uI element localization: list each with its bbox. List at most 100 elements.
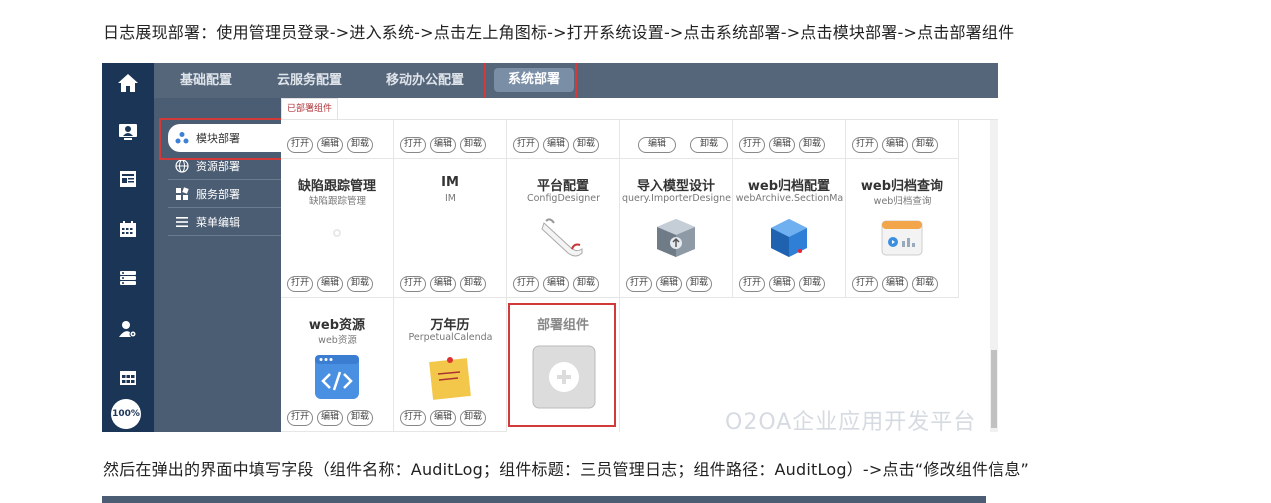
next-screenshot-top bbox=[102, 496, 986, 503]
unload-button[interactable]: 卸载 bbox=[799, 137, 826, 153]
component-card[interactable]: web资源 web资源 打开 编辑 卸载 bbox=[281, 298, 394, 432]
component-grid: 打开 编辑 卸载 打开 编辑 卸载 打开 编辑 卸载 编辑 卸载 打开 编辑 卸载 打开 编辑 卸载 … bbox=[281, 120, 990, 432]
open-button[interactable]: 打开 bbox=[513, 137, 540, 153]
component-card[interactable]: 万年历 PerpetualCalenda 打开 编辑 卸载 bbox=[394, 298, 507, 432]
open-button[interactable]: 打开 bbox=[400, 410, 427, 426]
open-button[interactable]: 打开 bbox=[852, 137, 879, 153]
subnav-label: 资源部署 bbox=[196, 160, 240, 173]
tab-deployed-components[interactable]: 已部署组件 bbox=[281, 98, 338, 120]
edit-button[interactable]: 编辑 bbox=[317, 410, 344, 426]
unload-button[interactable]: 卸载 bbox=[460, 137, 487, 153]
component-card[interactable]: 缺陷跟踪管理 缺陷跟踪管理 打开 编辑 卸载 bbox=[281, 159, 394, 298]
subnav-label: 服务部署 bbox=[196, 188, 240, 201]
scroll-icon bbox=[538, 213, 588, 263]
instruction-line-2: 然后在弹出的界面中填写字段（组件名称：AuditLog；组件标题：三员管理日志；… bbox=[103, 460, 1030, 479]
unload-button[interactable]: 卸载 bbox=[347, 137, 374, 153]
edit-button[interactable]: 编辑 bbox=[638, 137, 677, 153]
component-subtitle: 缺陷跟踪管理 bbox=[308, 196, 366, 207]
blocks-icon bbox=[174, 186, 190, 202]
unload-button[interactable]: 卸载 bbox=[912, 137, 939, 153]
tab-mobile-office-config[interactable]: 移动办公配置 bbox=[386, 63, 464, 98]
component-name: IM bbox=[441, 175, 459, 190]
edit-button[interactable]: 编辑 bbox=[769, 276, 796, 292]
component-subtitle: ConfigDesigner bbox=[526, 193, 601, 204]
open-button[interactable]: 打开 bbox=[513, 276, 540, 292]
highlight-deploy-component bbox=[508, 303, 616, 427]
component-card[interactable]: web归档查询 web归档查询 打开 编辑 卸载 bbox=[846, 159, 959, 298]
subnav-item-menu-edit[interactable]: 菜单编辑 bbox=[168, 209, 281, 236]
component-card-partial: 打开 编辑 卸载 bbox=[846, 120, 959, 159]
component-card[interactable]: 平台配置 ConfigDesigner 打开 编辑 卸载 bbox=[507, 159, 620, 298]
component-subtitle: webArchive.SectionMa bbox=[735, 193, 844, 204]
zoom-indicator[interactable]: 100% bbox=[111, 399, 141, 429]
open-button[interactable]: 打开 bbox=[287, 276, 314, 292]
unload-button[interactable]: 卸载 bbox=[347, 276, 374, 292]
open-button[interactable]: 打开 bbox=[287, 410, 314, 426]
edit-button[interactable]: 编辑 bbox=[430, 410, 457, 426]
box-import-icon bbox=[651, 213, 701, 263]
home-icon[interactable] bbox=[114, 71, 142, 95]
edit-button[interactable]: 编辑 bbox=[769, 137, 796, 153]
user-settings-icon[interactable] bbox=[114, 317, 142, 341]
component-card[interactable]: 导入模型设计 query.ImporterDesigner 打开 编辑 卸载 bbox=[620, 159, 733, 298]
edit-button[interactable]: 编辑 bbox=[430, 276, 457, 292]
unload-button[interactable]: 卸载 bbox=[686, 276, 713, 292]
open-button[interactable]: 打开 bbox=[287, 137, 314, 153]
tab-cloud-service-config[interactable]: 云服务配置 bbox=[277, 63, 342, 98]
user-card-icon[interactable] bbox=[114, 120, 142, 144]
archive-chart-icon bbox=[877, 213, 927, 263]
app-screenshot: 100% 基础配置 云服务配置 移动办公配置 系统部署 模块部署 资源部署 服务… bbox=[102, 63, 998, 432]
menu-icon bbox=[174, 214, 190, 230]
edit-button[interactable]: 编辑 bbox=[882, 137, 909, 153]
component-card-partial: 打开 编辑 卸载 bbox=[733, 120, 846, 159]
edit-button[interactable]: 编辑 bbox=[543, 137, 570, 153]
unload-button[interactable]: 卸载 bbox=[912, 276, 939, 292]
news-icon[interactable] bbox=[114, 167, 142, 191]
open-button[interactable]: 打开 bbox=[400, 276, 427, 292]
scrollbar[interactable] bbox=[990, 120, 998, 432]
note-icon bbox=[425, 352, 475, 402]
open-button[interactable]: 打开 bbox=[739, 276, 766, 292]
server-icon[interactable] bbox=[114, 266, 142, 290]
scrollbar-thumb[interactable] bbox=[991, 350, 997, 428]
highlight-system-deploy bbox=[484, 63, 577, 102]
tab-basic-config[interactable]: 基础配置 bbox=[180, 63, 232, 98]
edit-button[interactable]: 编辑 bbox=[430, 137, 457, 153]
open-button[interactable]: 打开 bbox=[852, 276, 879, 292]
instruction-line-1: 日志展现部署：使用管理员登录->进入系统->点击左上角图标->打开系统设置->点… bbox=[103, 23, 1015, 42]
component-card-partial: 编辑 卸载 bbox=[620, 120, 733, 159]
open-button[interactable]: 打开 bbox=[626, 276, 653, 292]
open-button[interactable]: 打开 bbox=[739, 137, 766, 153]
edit-button[interactable]: 编辑 bbox=[543, 276, 570, 292]
component-card-partial: 打开 编辑 卸载 bbox=[507, 120, 620, 159]
unload-button[interactable]: 卸载 bbox=[460, 276, 487, 292]
component-name: 导入模型设计 bbox=[636, 179, 715, 194]
edit-button[interactable]: 编辑 bbox=[317, 137, 344, 153]
component-card[interactable]: IM IM 打开 编辑 卸载 bbox=[394, 159, 507, 298]
subnav-item-service-deploy[interactable]: 服务部署 bbox=[168, 181, 281, 208]
unload-button[interactable]: 卸载 bbox=[347, 410, 374, 426]
watermark: O2OA企业应用开发平台 bbox=[725, 410, 977, 432]
component-name: 万年历 bbox=[430, 318, 470, 333]
unload-button[interactable]: 卸载 bbox=[573, 276, 600, 292]
calendar-icon[interactable] bbox=[114, 217, 142, 241]
component-name: 平台配置 bbox=[536, 179, 589, 194]
subnav-label: 菜单编辑 bbox=[196, 216, 240, 229]
open-button[interactable]: 打开 bbox=[400, 137, 427, 153]
component-subtitle: web归档查询 bbox=[873, 196, 932, 207]
unload-button[interactable]: 卸载 bbox=[690, 137, 729, 153]
component-name: web资源 bbox=[308, 318, 366, 333]
edit-button[interactable]: 编辑 bbox=[882, 276, 909, 292]
component-name: web归档查询 bbox=[860, 179, 944, 194]
unload-button[interactable]: 卸载 bbox=[573, 137, 600, 153]
edit-button[interactable]: 编辑 bbox=[656, 276, 683, 292]
component-name: 缺陷跟踪管理 bbox=[297, 179, 376, 194]
bug-icon bbox=[312, 213, 362, 263]
component-card[interactable]: web归档配置 webArchive.SectionMa 打开 编辑 卸载 bbox=[733, 159, 846, 298]
left-rail: 100% bbox=[102, 63, 154, 432]
unload-button[interactable]: 卸载 bbox=[799, 276, 826, 292]
edit-button[interactable]: 编辑 bbox=[317, 276, 344, 292]
component-subtitle: query.ImporterDesigner bbox=[622, 193, 731, 204]
grid-icon[interactable] bbox=[114, 366, 142, 390]
unload-button[interactable]: 卸载 bbox=[460, 410, 487, 426]
